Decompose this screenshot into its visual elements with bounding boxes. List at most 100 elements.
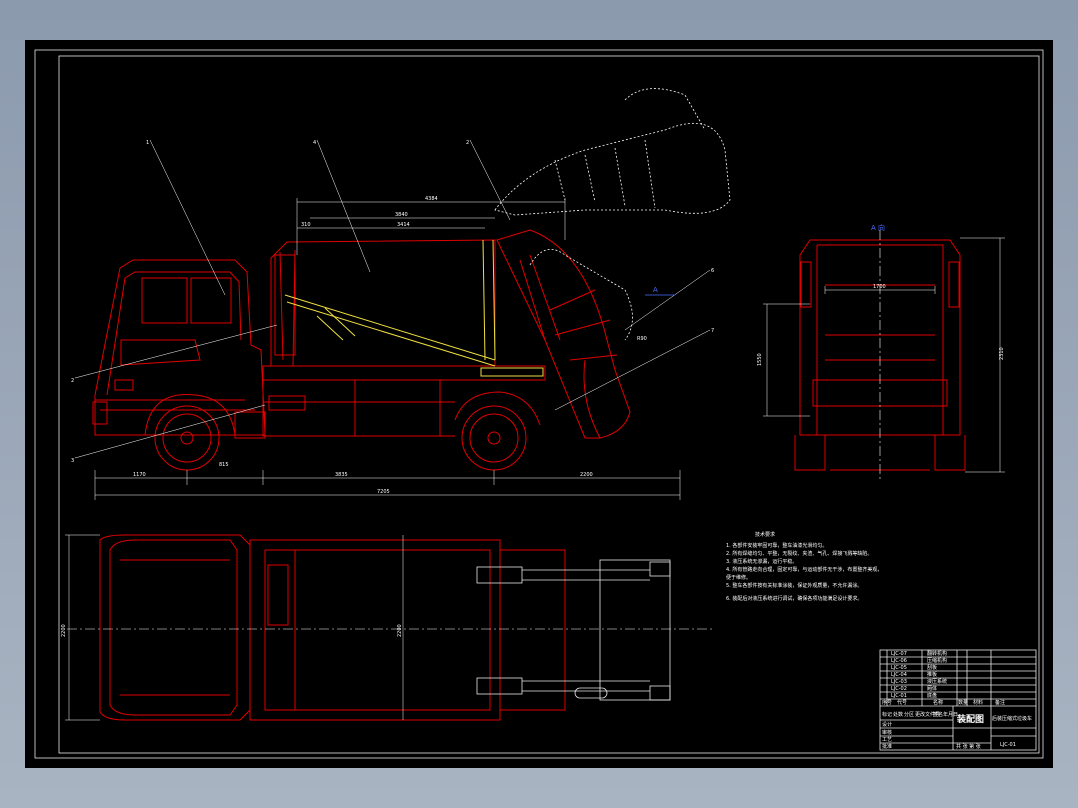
tailgate-ribs [519, 254, 618, 361]
header-seq: 序号 [882, 699, 892, 706]
dim-front-overhang: 1170 [133, 472, 146, 478]
dim-overall-box: 4384 [425, 196, 438, 202]
hopper-curve [583, 359, 601, 439]
plan-dim-cab-line [65, 534, 100, 721]
app-window: 4384 3840 3414 310 1170 815 3835 2200 72… [0, 0, 1078, 808]
dim-line-box [296, 198, 566, 255]
rear-view-label: A 向 [871, 223, 885, 232]
dim-cab-wheel: 815 [219, 462, 229, 468]
part-name-4: 推板 [927, 671, 937, 678]
rear-view: A 向 1700 1550 2310 [757, 223, 1005, 480]
front-fender [144, 394, 236, 436]
plan-cab-outline [99, 534, 251, 721]
part-name-7: 翻转机构 [927, 650, 947, 657]
rear-dim-width: 1700 [873, 284, 886, 290]
tech-req-item-4: 4. 所有管路走向合理，固定可靠，与运动部件无干涉，布置整齐美观， [726, 566, 882, 573]
front-panel [274, 254, 296, 356]
plan-bin-pivot [574, 687, 608, 699]
part-name-6: 压缩机构 [927, 657, 947, 664]
header-code: 代号 [897, 699, 907, 706]
part-code-2: LJC-02 [891, 686, 907, 692]
tech-req-item-7: 6. 装配后对液压系统进行调试，确保各项功能满足设计要求。 [726, 595, 862, 602]
rear-sill [480, 367, 544, 377]
tech-req-title: 技术要求 [755, 531, 775, 538]
fuel-tank [234, 411, 266, 439]
leader-label-3: 3 [71, 458, 74, 464]
front-wheel-hub [180, 431, 194, 445]
dim-wheelbase: 3835 [335, 472, 348, 478]
product-title: 后装压缩式垃圾车 [992, 715, 1032, 722]
leader-6 [624, 269, 711, 331]
plan-cab-roof [109, 539, 238, 716]
cab-door-line [120, 339, 201, 366]
sign-row-1: 标记 [882, 711, 892, 718]
tailgate-swing-arc [529, 248, 633, 341]
sign-row-2: 处数 [893, 711, 903, 718]
plan-bin-hook-right [649, 685, 671, 701]
side-view: 4384 3840 3414 310 1170 815 3835 2200 72… [71, 88, 731, 500]
cab-window-left [141, 277, 188, 324]
drawing-number: LJC-01 [1000, 742, 1016, 748]
part-code-5: LJC-05 [891, 665, 907, 671]
sign-row-3: 分区 [904, 711, 914, 718]
plan-arm-rails [522, 569, 650, 692]
leader-label-2b: 2 [71, 378, 74, 384]
part-leaders: 1 4 2 2 3 6 7 [71, 139, 714, 464]
dim-tailgate-radius: R90 [637, 336, 647, 342]
header-remark: 备注 [995, 699, 1005, 706]
part-name-5: 刮板 [927, 664, 937, 671]
leader-4 [316, 139, 371, 273]
view-marker-a: A [653, 286, 658, 294]
tech-req-item-2: 2. 所有焊缝均匀、平整，无裂纹、夹渣、气孔、焊接飞溅等缺陷。 [726, 550, 872, 557]
part-name-1: 底盘 [927, 692, 937, 699]
header-qty: 数量 [958, 699, 968, 706]
subframe [262, 380, 455, 437]
header-material: 材料 [973, 699, 983, 706]
tech-req-item-3: 3. 液压系统无渗漏，运行平稳。 [726, 558, 797, 565]
sign-row-5: 签名 [933, 711, 943, 718]
tech-req-item-5: 便于维修。 [726, 574, 751, 581]
sheet-count: 共 张 第 张 [956, 743, 981, 750]
tech-req-item-1: 1. 各部件安装牢固可靠，整车油漆光滑均匀。 [726, 542, 827, 549]
ejector-cylinder [284, 294, 496, 367]
part-name-3: 液压系统 [927, 678, 947, 685]
part-code-4: LJC-04 [891, 672, 907, 678]
role-review: 审核 [882, 729, 892, 736]
rear-frame-upright [482, 239, 496, 361]
dim-rear-overhang: 2200 [580, 472, 593, 478]
side-dimensions: 4384 3840 3414 310 1170 815 3835 2200 72… [94, 196, 681, 500]
rear-wheel-outer [461, 405, 527, 471]
technical-requirements: 技术要求 1. 各部件安装牢固可靠，整车油漆光滑均匀。 2. 所有焊缝均匀、平整… [726, 531, 882, 602]
drawing-title: 装配图 [956, 713, 984, 725]
leader-label-2a: 2 [466, 140, 469, 146]
dim-front-offset: 310 [301, 222, 311, 228]
tech-req-item-6: 5. 整车各部件按有关标准涂装，保证外观质量，不允许漏涂。 [726, 582, 862, 589]
cab-inner [106, 271, 242, 396]
part-code-6: LJC-06 [891, 658, 907, 664]
plan-body-inner [264, 549, 491, 711]
dim-box-inner: 3840 [395, 212, 408, 218]
part-code-7: LJC-07 [891, 651, 907, 657]
leader-label-4: 4 [313, 140, 316, 146]
cab-window-right [190, 277, 232, 324]
plan-tailgate-frame [500, 549, 566, 711]
leader-label-6: 6 [711, 268, 714, 274]
plan-bin-lifter [599, 559, 671, 701]
tailgate [496, 229, 631, 439]
role-design: 设计 [882, 721, 892, 728]
rear-wheel-hub [487, 431, 501, 445]
title-block: LJC-07 LJC-06 LJC-05 LJC-04 LJC-03 LJC-0… [879, 649, 1037, 751]
drawing-canvas[interactable]: 4384 3840 3414 310 1170 815 3835 2200 72… [25, 40, 1053, 768]
leader-label-1: 1 [146, 140, 149, 146]
rear-light-right [948, 261, 960, 308]
role-approve: 批准 [882, 743, 892, 750]
rear-dim-height-right: 2310 [999, 347, 1005, 360]
dim-box-inner2: 3414 [397, 222, 410, 228]
cad-drawing: 4384 3840 3414 310 1170 815 3835 2200 72… [34, 49, 1044, 759]
plan-dim-body: 2200 [397, 624, 403, 637]
leader-2a [469, 139, 511, 221]
tailgate-raised-top [624, 88, 706, 131]
front-wheel-outer [154, 405, 220, 471]
leader-2b [74, 324, 278, 379]
plan-dim-cab: 2200 [61, 624, 67, 637]
